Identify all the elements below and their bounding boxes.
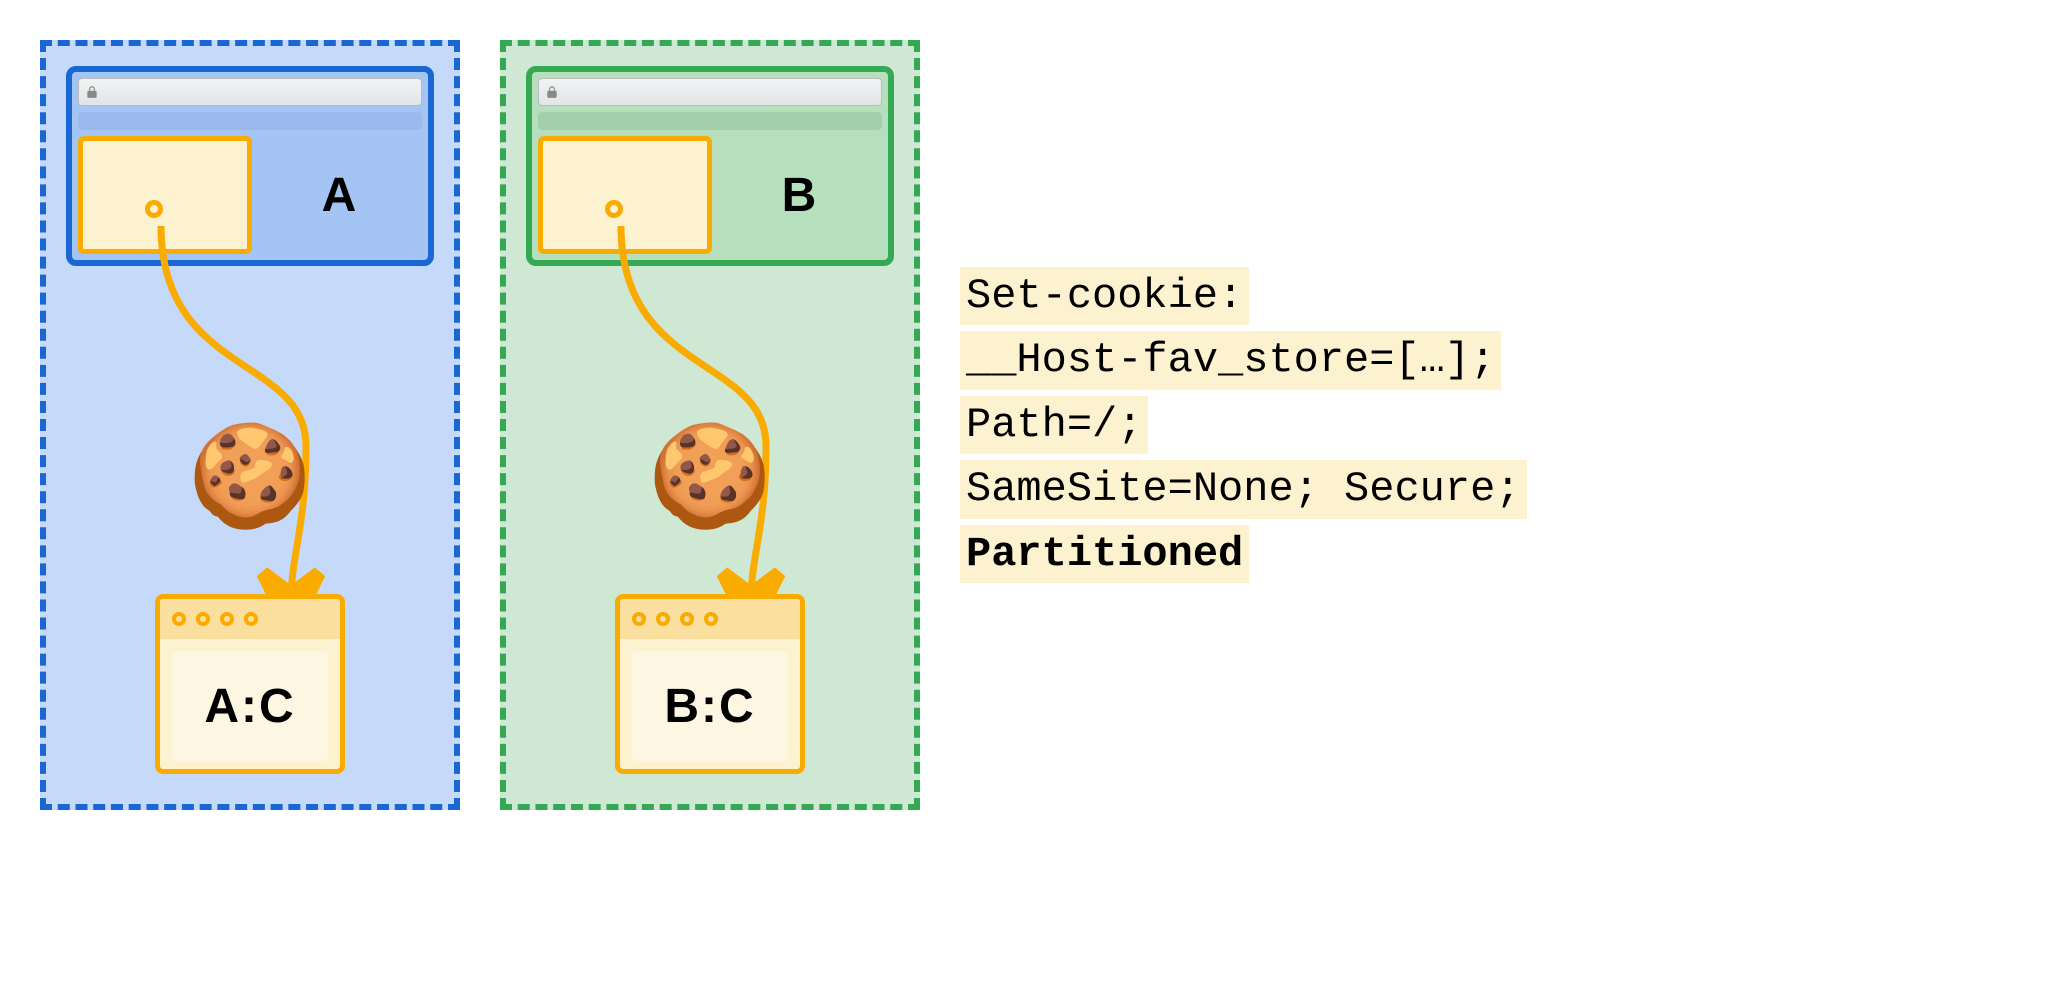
- browser-address-bar: [78, 78, 422, 106]
- site-label-b: B: [782, 168, 819, 223]
- embedded-iframe-a: [78, 136, 252, 254]
- set-cookie-header-code: Set-cookie: __Host-fav_store=[…]; Path=/…: [960, 267, 1527, 584]
- browser-window-a: A: [66, 66, 434, 266]
- embedded-iframe-b: [538, 136, 712, 254]
- cookie-icon: 🍪: [188, 426, 313, 526]
- site-panel-a: A: [258, 136, 422, 254]
- browser-window-b: B: [526, 66, 894, 266]
- browser-address-bar: [538, 78, 882, 106]
- code-line-5-partitioned: Partitioned: [960, 525, 1249, 584]
- jar-header-a: [160, 599, 340, 639]
- cookie-icon: 🍪: [648, 426, 773, 526]
- site-label-a: A: [322, 168, 359, 223]
- browser-tab-bar: [78, 112, 422, 130]
- code-line-4: SameSite=None; Secure;: [960, 460, 1527, 519]
- connector-origin-b: [605, 200, 623, 218]
- cookie-jar-a: A:C: [155, 594, 345, 774]
- connector-origin-a: [145, 200, 163, 218]
- site-panel-b: B: [718, 136, 882, 254]
- cookie-jar-b: B:C: [615, 594, 805, 774]
- partition-b: B 🍪 B:C: [500, 40, 920, 810]
- browser-tab-bar: [538, 112, 882, 130]
- jar-header-b: [620, 599, 800, 639]
- jar-label-b: B:C: [632, 651, 788, 761]
- code-line-3: Path=/;: [960, 396, 1148, 455]
- partition-a: A 🍪 A:C: [40, 40, 460, 810]
- code-line-1: Set-cookie:: [960, 267, 1249, 326]
- lock-icon: [545, 85, 559, 99]
- code-line-2: __Host-fav_store=[…];: [960, 331, 1501, 390]
- lock-icon: [85, 85, 99, 99]
- jar-label-a: A:C: [172, 651, 328, 761]
